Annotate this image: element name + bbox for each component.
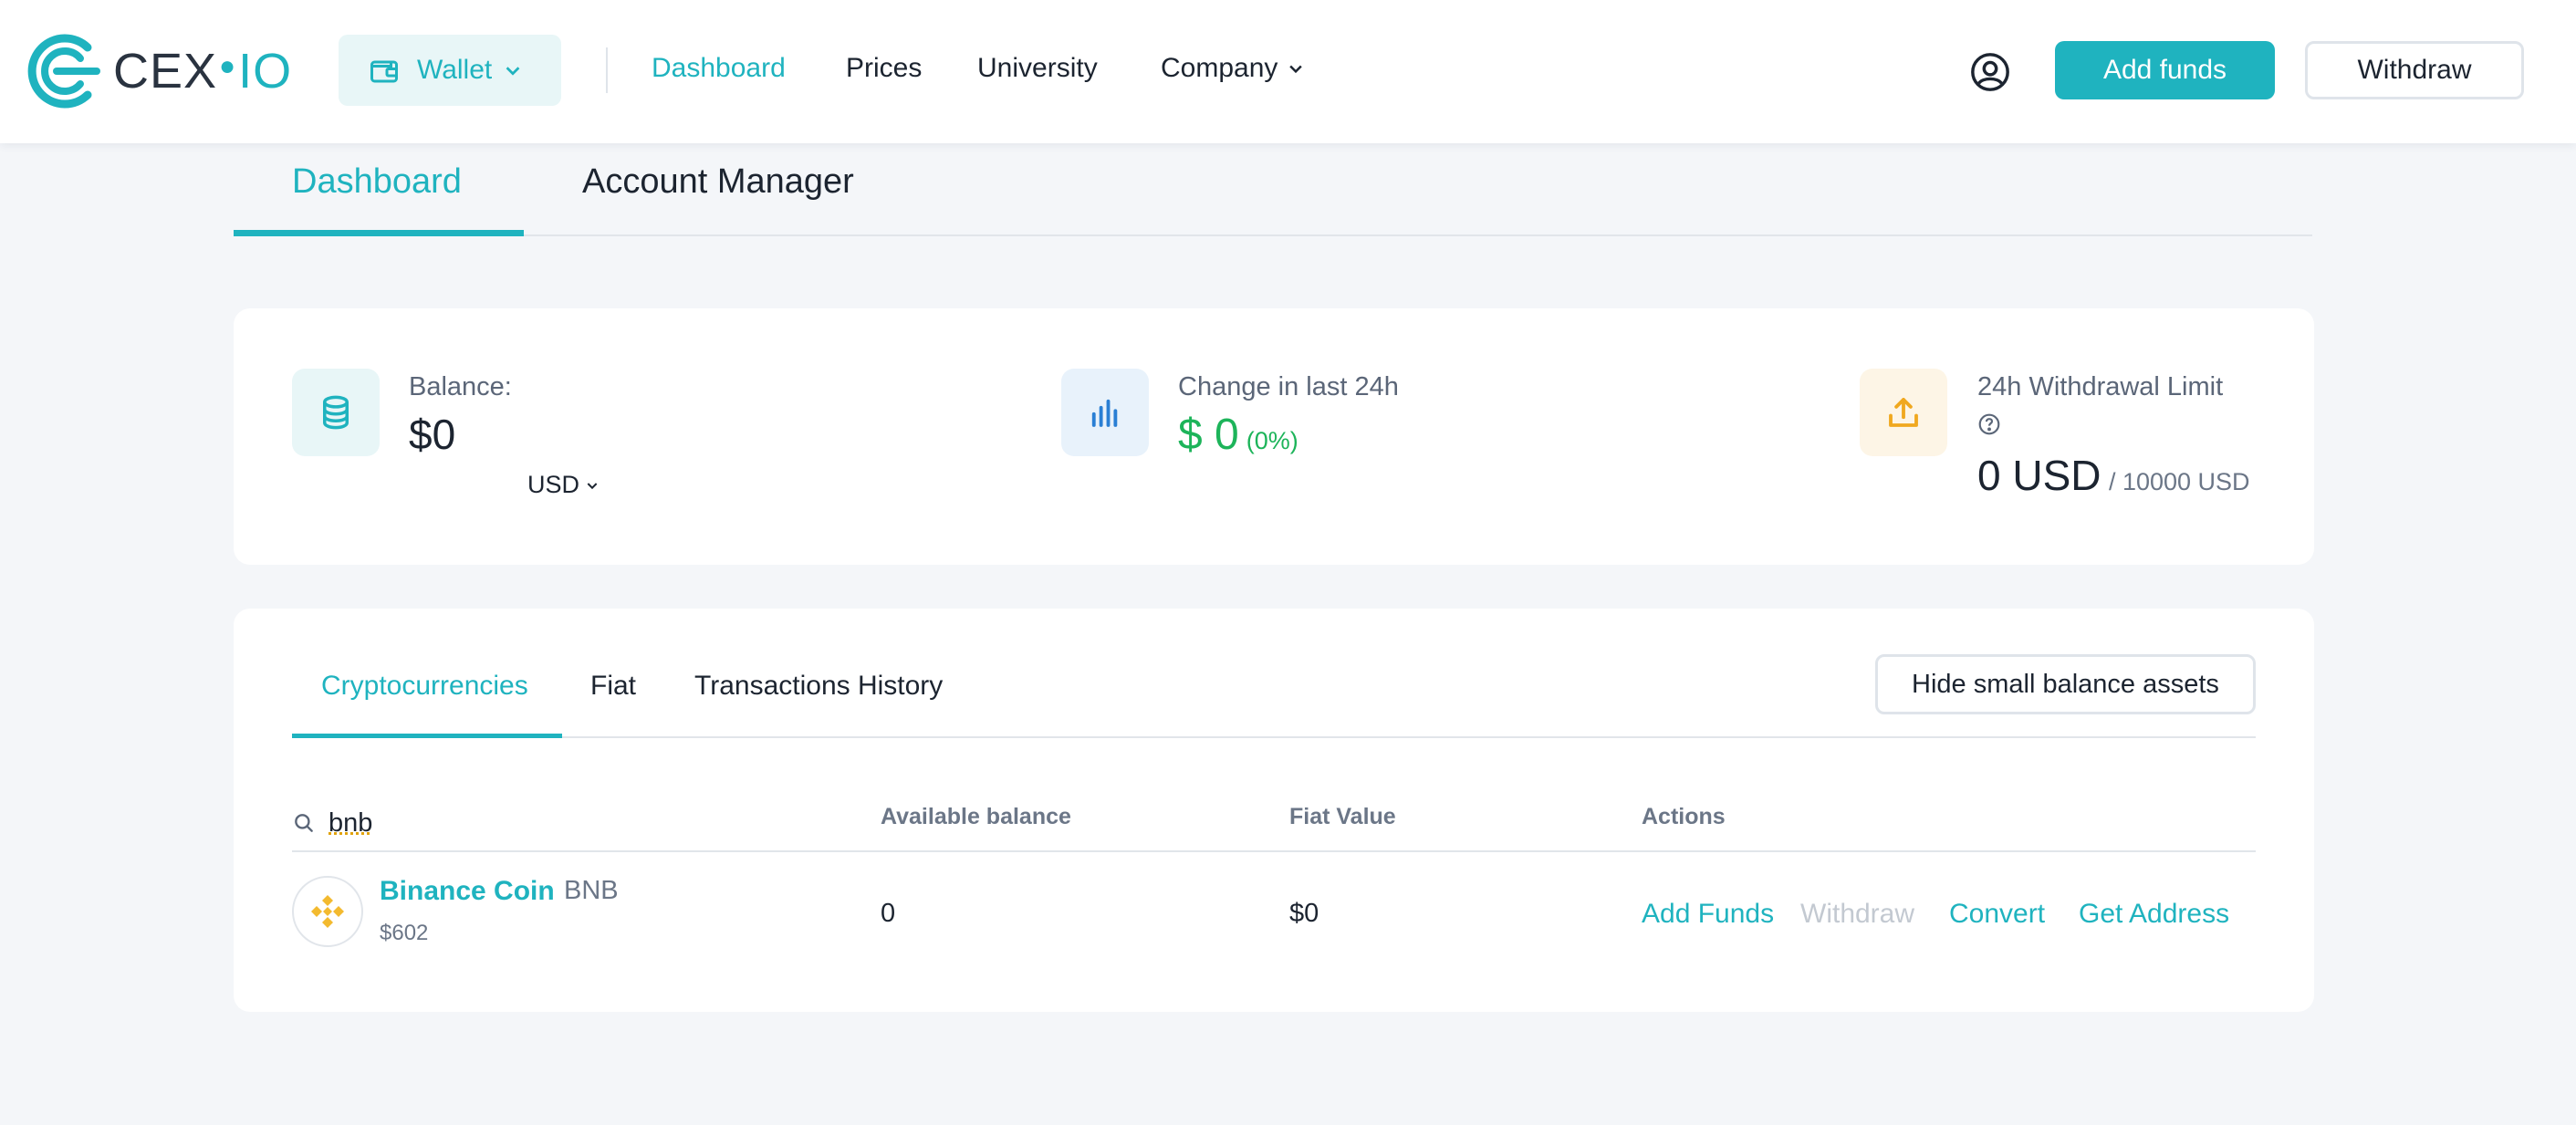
balance-icon-tile xyxy=(292,369,380,456)
wallet-dropdown[interactable]: Wallet xyxy=(339,35,561,106)
user-circle-icon[interactable] xyxy=(1969,51,2011,93)
coin-icon-wrapper xyxy=(292,876,363,947)
change-label: Change in last 24h xyxy=(1178,372,1399,401)
tab-account-manager[interactable]: Account Manager xyxy=(582,162,854,202)
tab-transactions-history[interactable]: Transactions History xyxy=(694,671,943,702)
change-icon-tile xyxy=(1061,369,1149,456)
hide-small-balance-button[interactable]: Hide small balance assets xyxy=(1875,654,2256,714)
get-address-action[interactable]: Get Address xyxy=(2079,899,2229,930)
balance-label: Balance: xyxy=(409,372,512,401)
search-icon xyxy=(295,814,313,832)
active-tab-indicator xyxy=(234,230,524,236)
cex-logo-icon xyxy=(27,34,100,109)
tab-fiat[interactable]: Fiat xyxy=(590,671,636,702)
page-tabs: Dashboard Account Manager xyxy=(234,143,2312,236)
change-amount: $ 0 xyxy=(1178,411,1239,459)
add-funds-button[interactable]: Add funds xyxy=(2055,41,2275,99)
column-fiat-value: Fiat Value xyxy=(1289,804,1396,829)
asset-search xyxy=(292,800,767,846)
balance-value: $0 xyxy=(409,411,456,458)
change-value: $ 0 (0%) xyxy=(1178,410,1298,460)
search-input[interactable] xyxy=(329,807,694,839)
cex-io-logo[interactable]: CEX●IO xyxy=(24,33,292,109)
add-funds-action[interactable]: Add Funds xyxy=(1642,899,1774,930)
withdrawal-limit-label: 24h Withdrawal Limit xyxy=(1977,372,2224,401)
nav-university[interactable]: University xyxy=(977,53,1098,84)
available-balance-cell: 0 xyxy=(881,899,896,928)
nav-company-label: Company xyxy=(1161,53,1278,83)
question-circle-icon[interactable] xyxy=(1977,412,2001,436)
chevron-down-icon xyxy=(1289,65,1303,74)
tabs-divider xyxy=(292,736,2256,738)
fiat-value-cell: $0 xyxy=(1289,899,1319,928)
coin-price: $602 xyxy=(380,921,429,945)
withdrawal-limit-value: 0 USD / 10000 USD xyxy=(1977,451,2250,500)
wallet-label: Wallet xyxy=(417,55,493,85)
bar-chart-icon xyxy=(1091,399,1118,427)
wallet-icon xyxy=(370,60,398,83)
currency-select[interactable]: USD xyxy=(527,471,600,499)
change-percent: (0%) xyxy=(1246,427,1298,454)
top-header: CEX●IO Wallet Dashboard Prices Universit… xyxy=(0,0,2576,143)
withdrawal-max: / 10000 USD xyxy=(2108,468,2250,495)
withdraw-action: Withdraw xyxy=(1800,899,1915,929)
currency-value: USD xyxy=(527,471,580,498)
coins-stack-icon xyxy=(323,395,349,430)
assets-card: Cryptocurrencies Fiat Transactions Histo… xyxy=(234,609,2314,1012)
withdraw-button[interactable]: Withdraw xyxy=(2305,41,2524,99)
column-available-balance: Available balance xyxy=(881,804,1071,829)
tab-dashboard[interactable]: Dashboard xyxy=(292,162,462,202)
nav-prices[interactable]: Prices xyxy=(846,53,922,84)
tab-cryptocurrencies[interactable]: Cryptocurrencies xyxy=(321,671,528,702)
logo-text: CEX●IO xyxy=(113,44,293,99)
active-asset-tab-indicator xyxy=(292,734,562,738)
coin-symbol: BNB xyxy=(564,876,619,905)
withdrawal-used: 0 USD xyxy=(1977,452,2101,499)
nav-company[interactable]: Company xyxy=(1161,53,1305,84)
nav-dashboard[interactable]: Dashboard xyxy=(652,53,786,84)
column-actions: Actions xyxy=(1642,804,1726,829)
coin-name-link[interactable]: Binance Coin xyxy=(380,876,555,907)
limit-icon-tile xyxy=(1860,369,1947,456)
upload-icon xyxy=(1889,398,1918,427)
chevron-down-icon xyxy=(506,67,520,76)
binance-coin-icon xyxy=(311,895,344,928)
header-divider xyxy=(606,47,608,93)
table-row: Binance Coin BNB $602 0 $0 Add Funds Wit… xyxy=(292,852,2256,980)
convert-action[interactable]: Convert xyxy=(1949,899,2045,930)
summary-card: Balance: $0 USD Change in last 24h $ 0 (0… xyxy=(234,308,2314,565)
chevron-down-icon xyxy=(587,482,598,489)
